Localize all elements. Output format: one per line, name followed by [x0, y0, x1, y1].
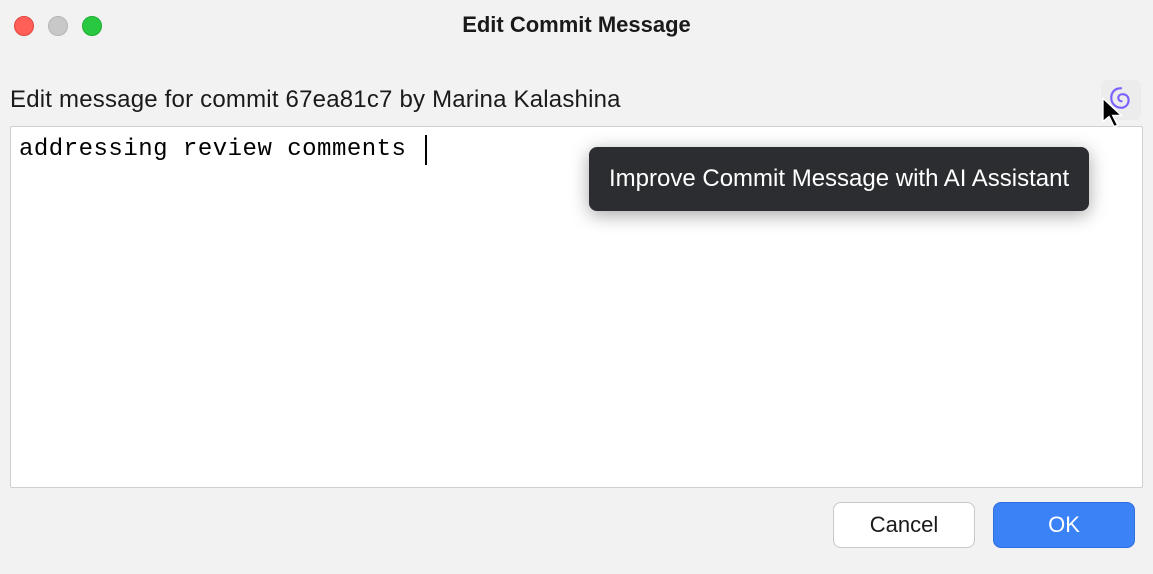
cancel-button[interactable]: Cancel	[833, 502, 975, 548]
subtitle-row: Edit message for commit 67ea81c7 by Mari…	[0, 50, 1153, 126]
maximize-window-button[interactable]	[82, 16, 102, 36]
window-controls	[14, 16, 102, 36]
ok-button[interactable]: OK	[993, 502, 1135, 548]
titlebar: Edit Commit Message	[0, 0, 1153, 50]
close-window-button[interactable]	[14, 16, 34, 36]
window-title: Edit Commit Message	[462, 12, 691, 38]
text-caret	[425, 135, 427, 165]
ai-assistant-button[interactable]	[1101, 80, 1141, 120]
commit-info-label: Edit message for commit 67ea81c7 by Mari…	[10, 86, 621, 114]
ai-tooltip: Improve Commit Message with AI Assistant	[589, 147, 1089, 211]
ai-swirl-icon	[1108, 85, 1134, 116]
dialog-buttons: Cancel OK	[0, 488, 1153, 548]
minimize-window-button[interactable]	[48, 16, 68, 36]
